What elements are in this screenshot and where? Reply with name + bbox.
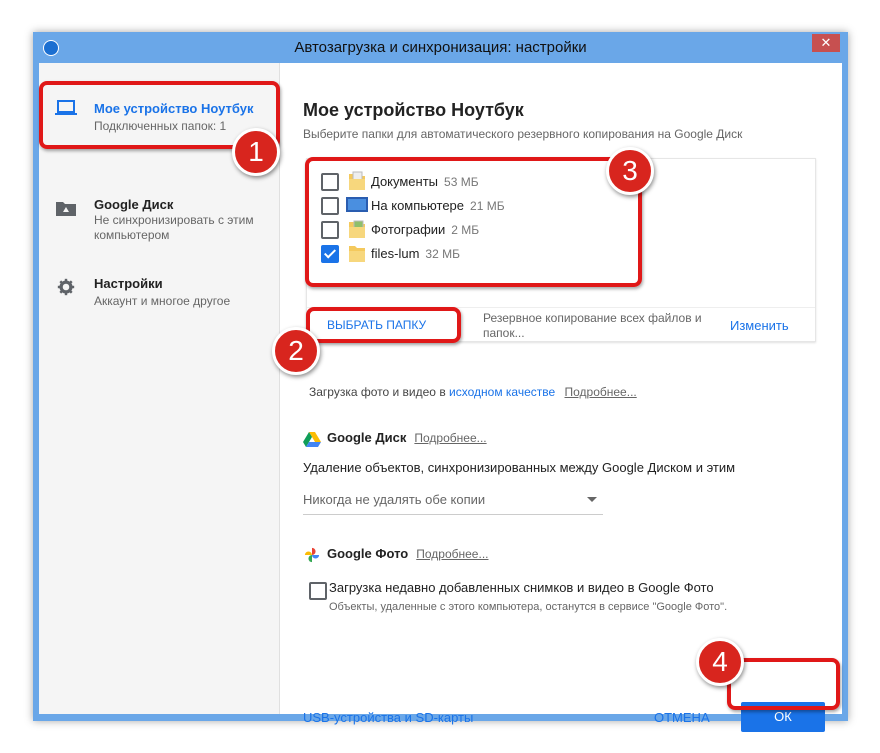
google-drive-section-title: Google Диск Подробнее... bbox=[303, 430, 487, 447]
google-drive-icon bbox=[303, 431, 321, 447]
cancel-button[interactable]: ОТМЕНА bbox=[654, 710, 710, 725]
sidebar-item-title: Настройки bbox=[94, 276, 163, 291]
dropdown-value: Никогда не удалять обе копии bbox=[303, 492, 486, 507]
upload-quality-text: Загрузка фото и видео в bbox=[309, 385, 450, 399]
step-badge-1: 1 bbox=[232, 128, 280, 176]
change-link[interactable]: Изменить bbox=[730, 318, 789, 333]
step-badge-2: 2 bbox=[272, 327, 320, 375]
gear-icon bbox=[57, 278, 75, 296]
usb-sd-link[interactable]: USB-устройства и SD-карты bbox=[303, 710, 473, 725]
sidebar-item-settings[interactable]: Настройки Аккаунт и многое другое bbox=[39, 270, 279, 326]
photos-upload-note: Объекты, удаленные с этого компьютера, о… bbox=[329, 601, 728, 613]
photos-more-link[interactable]: Подробнее... bbox=[416, 547, 488, 561]
deletion-setting-label: Удаление объектов, синхронизированных ме… bbox=[303, 460, 736, 475]
section-title-text: Google Фото bbox=[327, 546, 409, 561]
step-badge-4: 4 bbox=[696, 638, 744, 686]
highlight-box-2 bbox=[306, 307, 461, 343]
sidebar-item-title: Google Диск bbox=[94, 197, 174, 212]
upload-more-link[interactable]: Подробнее... bbox=[565, 385, 637, 399]
highlight-box-3 bbox=[305, 157, 642, 287]
quality-link[interactable]: исходном качестве bbox=[449, 385, 555, 399]
sidebar-item-google-drive[interactable]: Google Диск Не синхронизировать с этим к… bbox=[39, 191, 279, 247]
photos-upload-checkbox[interactable] bbox=[309, 582, 327, 600]
google-photos-icon bbox=[304, 547, 320, 562]
drive-folder-icon bbox=[56, 202, 76, 216]
page-description: Выберите папки для автоматического резер… bbox=[303, 127, 743, 141]
sidebar-item-subtitle: Аккаунт и многое другое bbox=[94, 294, 231, 308]
close-button[interactable]: ✕ bbox=[812, 34, 840, 52]
step-badge-3: 3 bbox=[606, 147, 654, 195]
backup-note: Резервное копирование всех файлов и папо… bbox=[483, 311, 702, 340]
title-bar[interactable]: Автозагрузка и синхронизация: настройки … bbox=[33, 32, 848, 62]
highlight-box-4 bbox=[727, 658, 840, 710]
sidebar-item-subtitle: Не синхронизировать с этим компьютером bbox=[94, 213, 254, 242]
section-title-text: Google Диск bbox=[327, 430, 407, 445]
upload-quality-line: Загрузка фото и видео в исходном качеств… bbox=[309, 385, 637, 399]
photos-upload-label: Загрузка недавно добавленных снимков и в… bbox=[329, 580, 714, 595]
page-title: Мое устройство Ноутбук bbox=[303, 100, 524, 120]
deletion-dropdown[interactable]: Никогда не удалять обе копии bbox=[303, 486, 603, 515]
window-title: Автозагрузка и синхронизация: настройки bbox=[294, 39, 587, 56]
google-photos-section-title: Google Фото Подробнее... bbox=[303, 546, 488, 563]
drive-more-link[interactable]: Подробнее... bbox=[414, 431, 486, 445]
chevron-down-icon bbox=[587, 497, 597, 502]
